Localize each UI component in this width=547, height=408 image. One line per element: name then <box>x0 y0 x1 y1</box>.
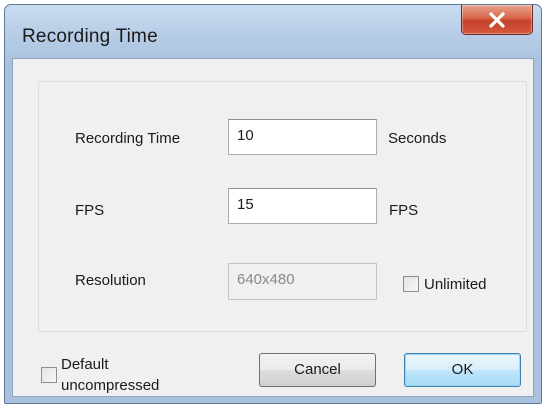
title-bar[interactable]: Recording Time <box>5 5 541 63</box>
cancel-button[interactable]: Cancel <box>259 353 376 387</box>
default-uncompressed-label-line2[interactable]: uncompressed <box>61 377 159 394</box>
dialog-client-area: Recording Time 10 Seconds FPS 15 FPS Res… <box>12 58 534 397</box>
resolution-input: 640x480 <box>228 263 377 300</box>
unlimited-checkbox[interactable] <box>403 276 419 292</box>
recording-time-dialog: Recording Time Recording Time 10 Seconds… <box>4 4 542 404</box>
resolution-label: Resolution <box>75 272 146 289</box>
fps-input[interactable]: 15 <box>228 188 377 224</box>
settings-panel: Recording Time 10 Seconds FPS 15 FPS Res… <box>38 81 527 332</box>
window-title: Recording Time <box>22 26 158 47</box>
fps-label: FPS <box>75 202 105 219</box>
default-uncompressed-label-line1[interactable]: Default <box>61 356 109 373</box>
recording-time-label: Recording Time <box>75 130 181 147</box>
unlimited-label[interactable]: Unlimited <box>424 276 487 293</box>
recording-time-input[interactable]: 10 <box>228 119 377 155</box>
close-button[interactable] <box>461 5 533 35</box>
fps-unit: FPS <box>389 202 419 219</box>
ok-button[interactable]: OK <box>404 353 521 387</box>
recording-time-unit: Seconds <box>388 130 447 147</box>
close-x-icon <box>489 12 505 28</box>
default-uncompressed-checkbox[interactable] <box>41 367 57 383</box>
